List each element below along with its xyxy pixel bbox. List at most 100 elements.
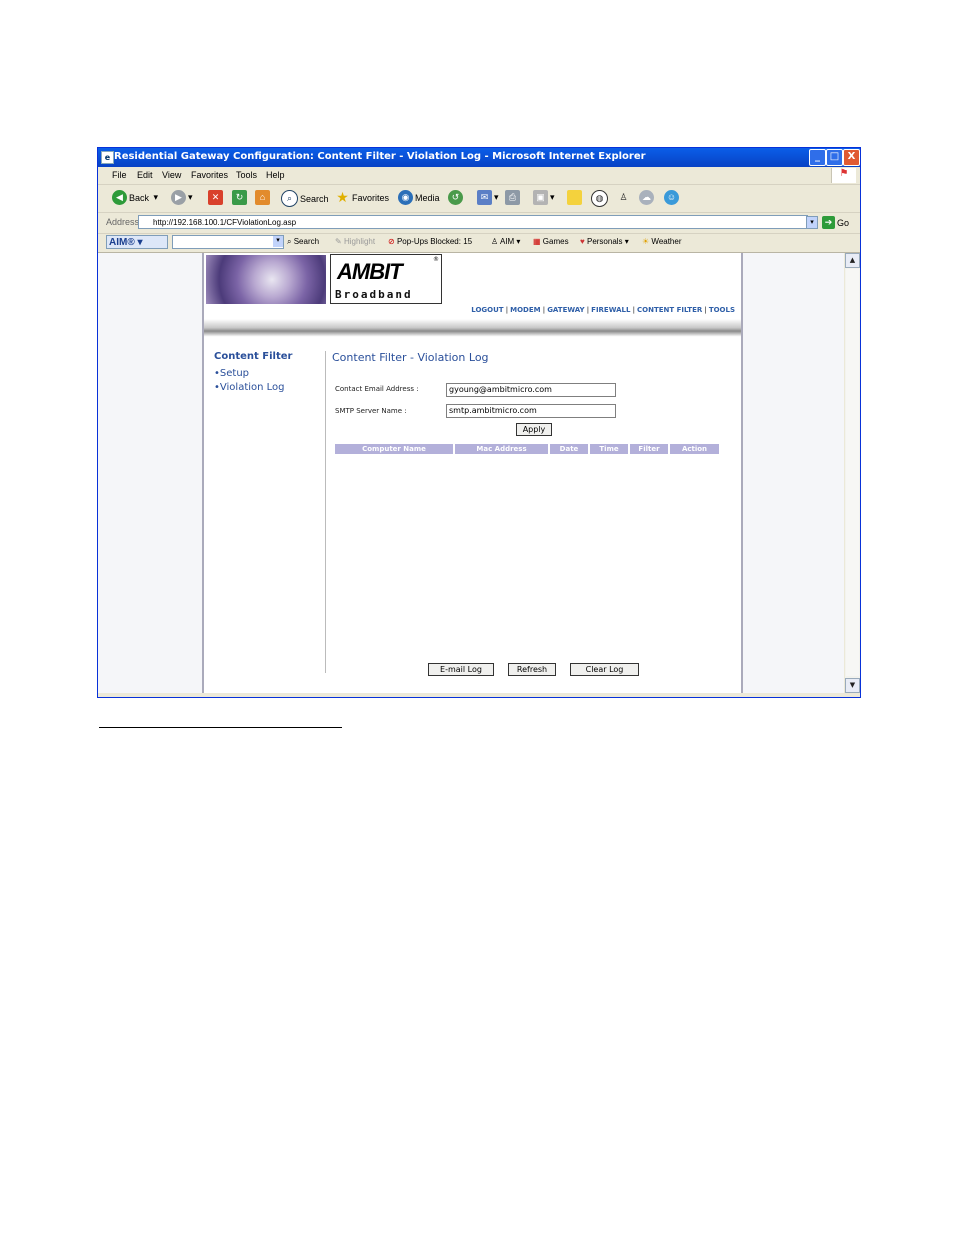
vertical-scrollbar[interactable]: ▲ ▼ [845, 253, 860, 693]
maximize-button[interactable]: □ [826, 149, 843, 166]
col-mac-address: Mac Address [455, 444, 548, 454]
search-icon: ⌕ [281, 190, 298, 207]
smtp-server-field[interactable]: smtp.ambitmicro.com [446, 404, 616, 418]
forward-button[interactable]: ▶ ▾ [171, 190, 193, 206]
stop-button[interactable]: ✕ [208, 190, 223, 206]
mail-icon: ✉ [477, 190, 492, 205]
home-button[interactable]: ⌂ [255, 190, 270, 206]
caption-underline [99, 727, 342, 728]
history-button[interactable]: ↺ [448, 190, 463, 206]
edit-icon: ▣ [533, 190, 548, 205]
note-icon [567, 190, 582, 205]
leftnav-item-violation-log[interactable]: •Violation Log [214, 382, 324, 393]
address-label: Address [106, 217, 140, 227]
menu-file[interactable]: File [112, 170, 127, 180]
scroll-up-icon[interactable]: ▲ [845, 253, 860, 268]
menu-bar: File Edit View Favorites Tools Help ⚑ [98, 167, 860, 185]
email-log-button[interactable]: E-mail Log [428, 663, 494, 676]
nav-modem[interactable]: MODEM [510, 306, 540, 314]
menu-view[interactable]: View [162, 170, 181, 180]
back-button[interactable]: ◀ Back ▾ [112, 190, 158, 206]
aim-runner-icon: ♙ [491, 237, 499, 246]
window-title: Residential Gateway Configuration: Conte… [114, 151, 646, 162]
aim-menu-button[interactable]: ♙ AIM ▾ [491, 237, 520, 246]
sun-icon: ☀ [642, 237, 650, 246]
nav-gateway[interactable]: GATEWAY [547, 306, 584, 314]
games-icon: ▦ [533, 237, 541, 246]
messenger-button[interactable]: ☺ [664, 190, 679, 206]
discuss-button[interactable]: ☁ [639, 190, 654, 206]
print-icon: ⎙ [505, 190, 520, 205]
windows-flag-icon: ⚑ [831, 168, 856, 183]
notes-button[interactable] [567, 190, 582, 206]
browser-window: e Residential Gateway Configuration: Con… [97, 147, 861, 698]
forward-arrow-icon: ▶ [171, 190, 186, 205]
nav-firewall[interactable]: FIREWALL [591, 306, 630, 314]
aim-search-button[interactable]: ⌕ Search [287, 237, 319, 247]
aim-button[interactable]: AIM® ▾ [106, 235, 168, 249]
aim-search-dropdown-icon[interactable]: ▾ [273, 236, 283, 247]
aim-toolbar-button[interactable]: ♙ [616, 190, 631, 206]
close-button[interactable]: X [843, 149, 860, 166]
media-button[interactable]: ◉ Media [398, 190, 440, 206]
minimize-button[interactable]: _ [809, 149, 826, 166]
star-icon: ★ [336, 189, 349, 205]
messenger-icon: ☺ [664, 190, 679, 205]
leftnav-item-setup[interactable]: •Setup [214, 368, 324, 379]
standard-toolbar: ◀ Back ▾ ▶ ▾ ✕ ↻ ⌂ ⌕ Search ★ Favorites ◉ Med… [98, 185, 860, 213]
page-viewport: AMBIT ® Broadband LOGOUT | MODEM | GATEWAY | F… [98, 253, 844, 693]
popup-blocker-icon: ⊘ [388, 237, 395, 246]
weather-button[interactable]: ☀ Weather [642, 237, 682, 246]
smtp-label: SMTP Server Name : [335, 407, 407, 415]
aim-toolbar: AIM® ▾ ▾ ⌕ Search ✎ Highlight ⊘ Pop-Ups … [98, 234, 860, 253]
research-button[interactable]: ◍ [591, 190, 608, 207]
top-navigation: LOGOUT | MODEM | GATEWAY | FIREWALL | CONTENT FI… [471, 306, 735, 314]
page-frame: AMBIT ® Broadband LOGOUT | MODEM | GATEWAY | F… [202, 253, 743, 693]
apply-button[interactable]: Apply [516, 423, 552, 436]
refresh-button[interactable]: ↻ [232, 190, 247, 206]
menu-help[interactable]: Help [266, 170, 285, 180]
back-dropdown-icon[interactable]: ▾ [154, 192, 159, 202]
scroll-down-icon[interactable]: ▼ [845, 678, 860, 693]
address-input[interactable]: http://192.168.100.1/CFViolationLog.asp [138, 215, 808, 229]
mail-button[interactable]: ✉ ▾ [477, 190, 499, 206]
nav-divider [325, 351, 326, 673]
favorites-button[interactable]: ★ Favorites [335, 190, 389, 206]
menu-favorites[interactable]: Favorites [191, 170, 228, 180]
email-label: Contact Email Address : [335, 385, 419, 393]
clear-log-button[interactable]: Clear Log [570, 663, 639, 676]
globe-banner-image [206, 255, 326, 304]
scroll-thumb[interactable] [846, 269, 859, 676]
ambit-logo: AMBIT ® Broadband [330, 254, 442, 304]
aim-search-input[interactable] [172, 235, 284, 249]
col-date: Date [550, 444, 588, 454]
highlight-button[interactable]: ✎ Highlight [335, 237, 375, 246]
refresh-icon: ↻ [232, 190, 247, 205]
refresh-log-button[interactable]: Refresh [508, 663, 556, 676]
personals-button[interactable]: ♥ Personals ▾ [580, 237, 629, 246]
heart-icon: ♥ [580, 237, 585, 246]
title-bar: e Residential Gateway Configuration: Con… [98, 148, 860, 167]
go-button[interactable]: ➔ Go [822, 216, 849, 229]
back-arrow-icon: ◀ [112, 190, 127, 205]
stop-icon: ✕ [208, 190, 223, 205]
nav-tools[interactable]: TOOLS [709, 306, 735, 314]
print-button[interactable]: ⎙ [505, 190, 520, 206]
games-button[interactable]: ▦ Games [533, 237, 569, 246]
col-action: Action [670, 444, 719, 454]
address-bar: Address http://192.168.100.1/CFViolation… [98, 213, 860, 234]
search-button[interactable]: ⌕ Search [281, 190, 329, 207]
edit-button[interactable]: ▣ ▾ [533, 190, 555, 206]
menu-edit[interactable]: Edit [137, 170, 153, 180]
leftnav-heading: Content Filter [214, 351, 293, 362]
menu-tools[interactable]: Tools [236, 170, 257, 180]
media-globe-icon: ◉ [398, 190, 413, 205]
nav-content-filter[interactable]: CONTENT FILTER [637, 306, 702, 314]
nav-logout[interactable]: LOGOUT [471, 306, 503, 314]
email-field[interactable]: gyoung@ambitmicro.com [446, 383, 616, 397]
aim-runner-icon: ♙ [619, 192, 628, 202]
address-dropdown-icon[interactable]: ▾ [806, 216, 818, 229]
popups-blocked-button[interactable]: ⊘ Pop-Ups Blocked: 15 [388, 237, 472, 246]
ie-page-icon: e [101, 151, 114, 164]
col-time: Time [590, 444, 628, 454]
